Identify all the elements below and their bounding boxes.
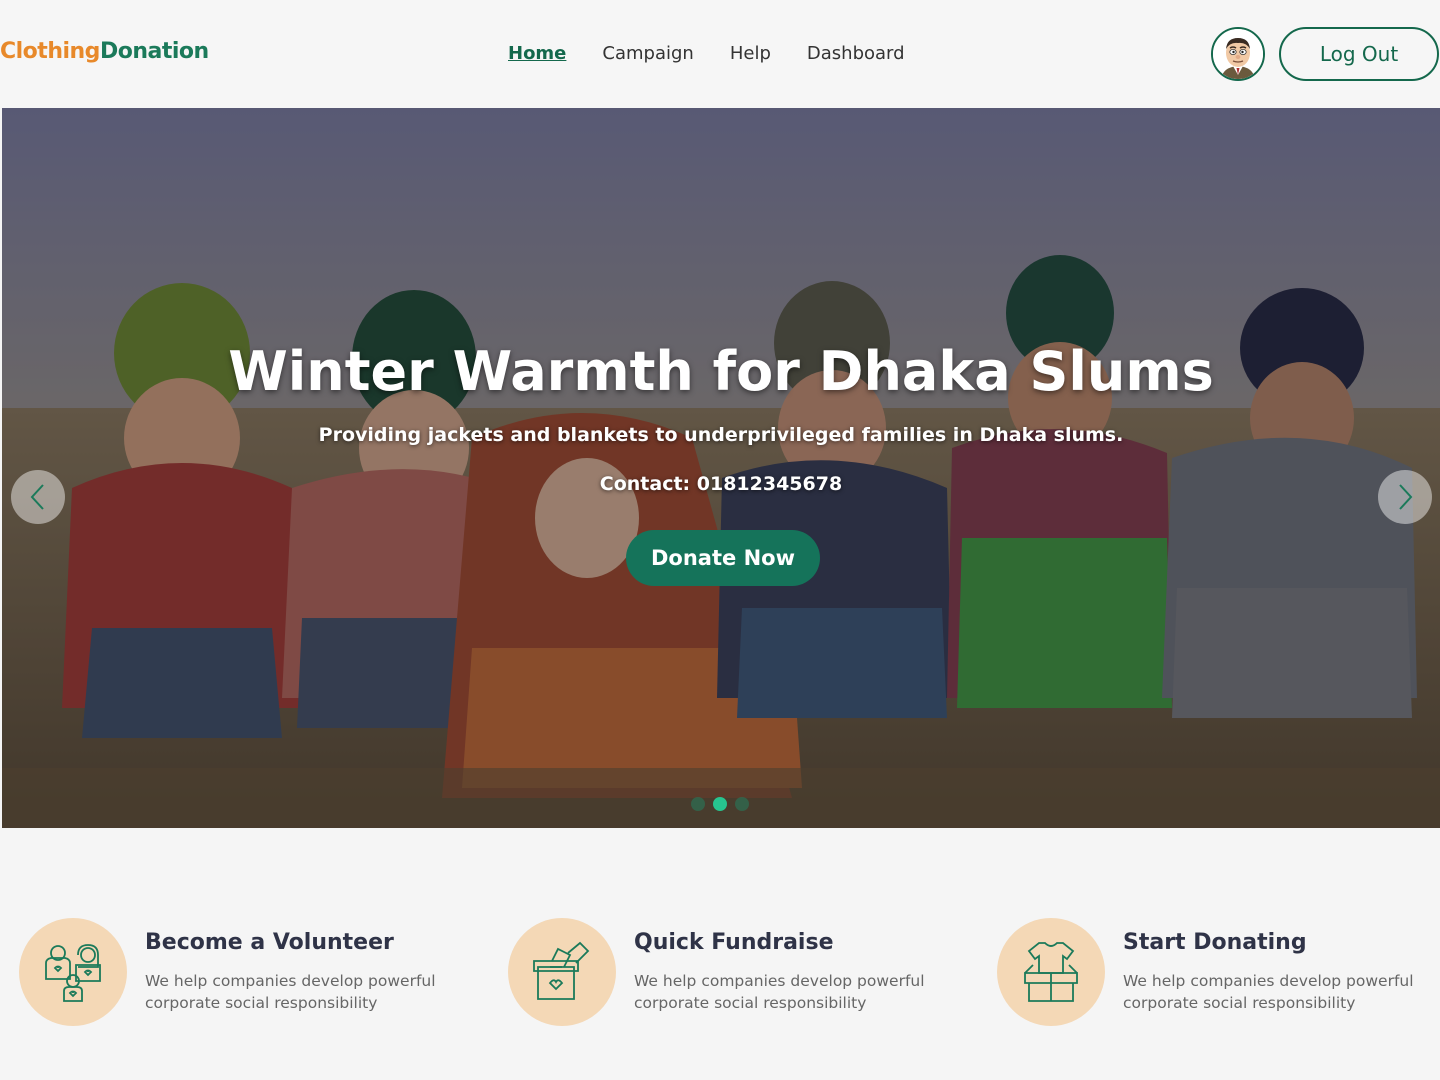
nav-dashboard[interactable]: Dashboard bbox=[807, 43, 905, 64]
carousel-dot-3[interactable] bbox=[735, 797, 749, 811]
chevron-left-icon bbox=[30, 484, 44, 510]
clothes-box-icon bbox=[1024, 942, 1078, 1002]
feature-icon-circle bbox=[508, 918, 616, 1026]
carousel-next-button[interactable] bbox=[1378, 470, 1432, 524]
feature-icon-circle bbox=[997, 918, 1105, 1026]
donate-now-button[interactable]: Donate Now bbox=[626, 530, 820, 586]
feature-description: We help companies develop powerful corpo… bbox=[145, 972, 436, 1012]
site-header: ClothingDonation Home Campaign Help Dash… bbox=[0, 0, 1440, 108]
brand-logo-part1: Clothing bbox=[0, 39, 100, 64]
feature-title: Quick Fundraise bbox=[634, 930, 834, 955]
nav-campaign[interactable]: Campaign bbox=[602, 43, 693, 64]
main-nav: Home Campaign Help Dashboard bbox=[508, 43, 905, 64]
nav-home[interactable]: Home bbox=[508, 43, 566, 64]
feature-description: We help companies develop powerful corpo… bbox=[1123, 972, 1414, 1012]
feature-volunteer[interactable]: Become a Volunteer We help companies dev… bbox=[19, 918, 479, 1028]
feature-fundraise[interactable]: Quick Fundraise We help companies develo… bbox=[508, 918, 968, 1028]
brand-logo-part2: Donation bbox=[99, 39, 209, 64]
hero-overlay bbox=[2, 108, 1440, 828]
nav-help[interactable]: Help bbox=[730, 43, 771, 64]
hero-title: Winter Warmth for Dhaka Slums bbox=[228, 340, 1214, 403]
carousel-dot-2[interactable] bbox=[713, 797, 727, 811]
hero-contact: Contact: 01812345678 bbox=[599, 473, 843, 495]
brand-logo[interactable]: ClothingDonation bbox=[0, 39, 209, 64]
carousel-prev-button[interactable] bbox=[11, 470, 65, 524]
logout-button[interactable]: Log Out bbox=[1279, 27, 1439, 81]
hero-banner: Winter Warmth for Dhaka Slums Providing … bbox=[2, 108, 1440, 828]
volunteers-icon bbox=[45, 944, 101, 1002]
donation-box-icon bbox=[533, 941, 590, 1000]
chevron-right-icon bbox=[1399, 484, 1413, 510]
feature-description: We help companies develop powerful corpo… bbox=[634, 972, 925, 1012]
carousel-indicators bbox=[691, 797, 749, 811]
user-avatar[interactable] bbox=[1211, 27, 1265, 81]
hero-subtitle: Providing jackets and blankets to underp… bbox=[318, 424, 1124, 446]
feature-title: Become a Volunteer bbox=[145, 930, 394, 955]
feature-icon-circle bbox=[19, 918, 127, 1026]
carousel-dot-1[interactable] bbox=[691, 797, 705, 811]
feature-title: Start Donating bbox=[1123, 930, 1307, 955]
feature-start-donating[interactable]: Start Donating We help companies develop… bbox=[997, 918, 1440, 1028]
user-avatar-icon bbox=[1213, 29, 1263, 79]
